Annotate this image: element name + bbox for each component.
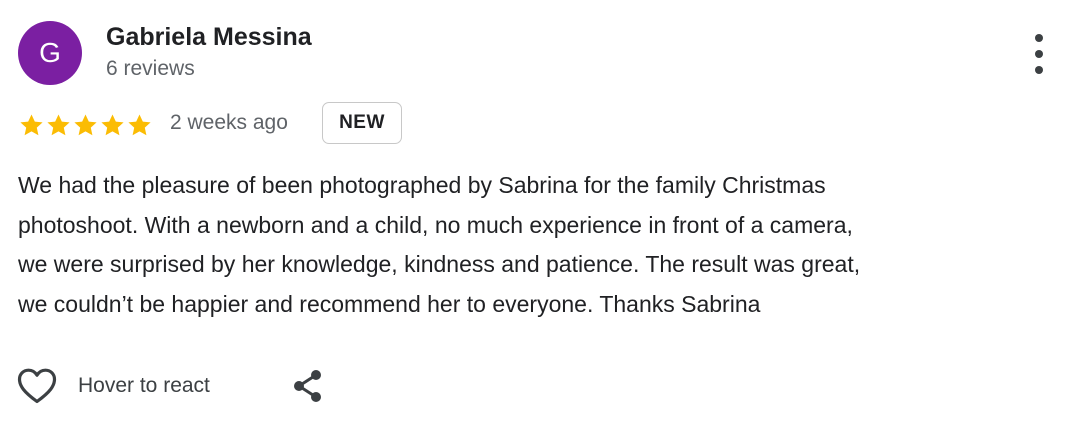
share-icon: [294, 370, 321, 402]
react-label: Hover to react: [78, 374, 210, 397]
star-icon: [74, 113, 97, 135]
star-icon: [101, 113, 124, 135]
review-text: We had the pleasure of been photographed…: [18, 166, 1068, 324]
review-count[interactable]: 6 reviews: [106, 57, 195, 81]
review-text-line: photoshoot. With a newborn and a child, …: [18, 211, 853, 238]
reviewer-name[interactable]: Gabriela Messina: [106, 23, 312, 52]
star-icon: [128, 113, 151, 135]
share-button[interactable]: [290, 368, 326, 404]
more-options-button[interactable]: [1024, 34, 1054, 74]
star-icon: [20, 113, 43, 135]
heart-outline-icon: [17, 368, 57, 404]
react-button[interactable]: Hover to react: [16, 366, 210, 406]
new-badge: NEW: [322, 102, 402, 144]
review-text-line: we were surprised by her knowledge, kind…: [18, 251, 861, 277]
review-text-line: We had the pleasure of been photographed…: [18, 172, 826, 198]
more-vertical-icon: [1035, 34, 1043, 42]
star-icon: [47, 113, 70, 135]
review-card: G Gabriela Messina 6 reviews 2 weeks ago…: [0, 0, 1088, 436]
review-text-line: we couldn’t be happier and recommend her…: [18, 290, 761, 317]
more-vertical-icon-dot: [1035, 50, 1043, 58]
star-rating: [18, 110, 153, 140]
review-time: 2 weeks ago: [170, 111, 288, 134]
more-vertical-icon-dot: [1035, 66, 1043, 74]
avatar[interactable]: G: [18, 21, 82, 85]
